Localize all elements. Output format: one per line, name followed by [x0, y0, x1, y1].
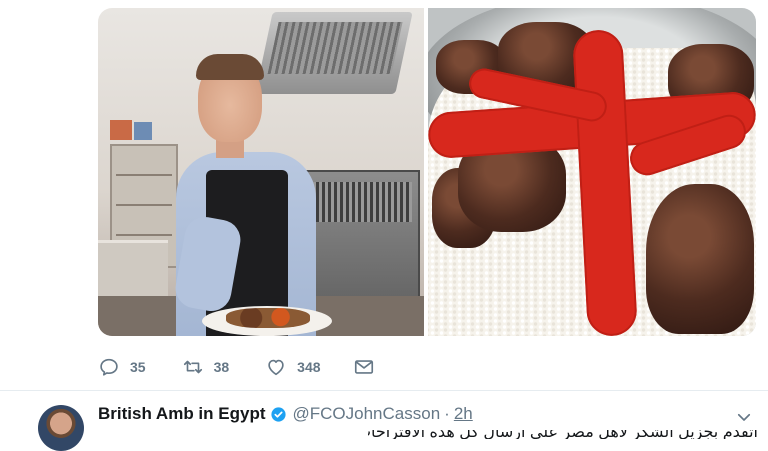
- tweet-divider: [0, 390, 768, 391]
- envelope-icon: [354, 360, 373, 374]
- author-name[interactable]: British Amb in Egypt: [98, 404, 266, 424]
- separator-dot: ·: [444, 404, 450, 423]
- author-handle[interactable]: @FCOJohnCasson: [293, 404, 441, 424]
- reply-button[interactable]: 35: [98, 356, 146, 378]
- rice-meat-dish-photo[interactable]: [428, 8, 756, 336]
- heart-icon: [268, 359, 284, 376]
- retweet-button[interactable]: 38: [182, 356, 230, 378]
- verified-badge-icon: [270, 406, 286, 422]
- like-count: 348: [297, 359, 321, 375]
- reply-count: 35: [130, 359, 146, 375]
- reply-icon: [100, 358, 118, 376]
- retweet-count: 38: [213, 359, 230, 375]
- avatar[interactable]: [38, 405, 84, 451]
- chef-in-kitchen-photo[interactable]: [98, 8, 424, 336]
- direct-message-button[interactable]: [353, 356, 385, 378]
- kitchen-hood: [255, 12, 413, 94]
- chevron-down-icon[interactable]: [735, 408, 753, 426]
- tweet-text-content: اتقدم بجزيل الشكر لأهل مصر على ارسال كل …: [368, 430, 758, 439]
- tweet-media-grid: [98, 8, 756, 338]
- retweet-icon: [183, 360, 202, 374]
- like-button[interactable]: 348: [265, 356, 321, 378]
- tweet-header: British Amb in Egypt @FCOJohnCasson · 2h: [98, 404, 473, 424]
- tweet-timestamp[interactable]: 2h: [454, 404, 473, 424]
- tweet-text: اتقدم بجزيل الشكر لأهل مصر على ارسال كل …: [368, 430, 758, 439]
- tweet-action-bar: 35 38 348: [98, 352, 421, 382]
